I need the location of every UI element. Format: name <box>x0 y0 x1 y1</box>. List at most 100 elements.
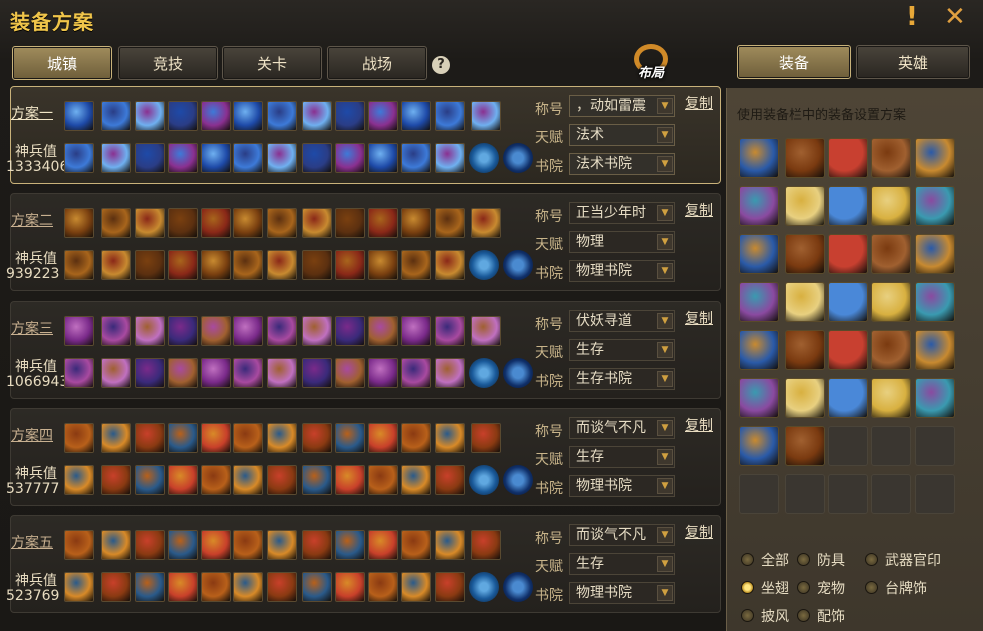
equip-slot[interactable] <box>335 358 365 388</box>
equip-slot[interactable] <box>101 250 131 280</box>
equip-slot[interactable] <box>64 143 94 173</box>
inventory-item[interactable] <box>785 378 825 418</box>
equip-slot[interactable] <box>201 423 231 453</box>
equip-slot[interactable] <box>267 530 297 560</box>
help-icon[interactable]: ? <box>432 56 450 74</box>
equip-slot[interactable] <box>101 423 131 453</box>
equip-slot[interactable] <box>471 208 501 238</box>
equip-slot[interactable] <box>335 143 365 173</box>
academy-select[interactable]: 物理书院 ▼ <box>569 582 675 604</box>
filter-radio[interactable] <box>741 581 754 594</box>
inventory-item[interactable] <box>739 186 779 226</box>
equip-slot[interactable] <box>335 423 365 453</box>
filter-radio[interactable] <box>797 609 810 622</box>
copy-button[interactable]: 复制 <box>685 200 713 220</box>
scheme-card[interactable]: 方案四 神兵值 537777 称号 天赋 书院 而谈气不凡 ▼ 生存 ▼ 物理书院 ▼ 复制 <box>6 408 721 506</box>
equip-slot[interactable] <box>64 316 94 346</box>
copy-button[interactable]: 复制 <box>685 522 713 542</box>
inventory-item[interactable] <box>871 330 911 370</box>
talent-select[interactable]: 生存 ▼ <box>569 339 675 361</box>
equip-slot[interactable] <box>64 250 94 280</box>
filter-label[interactable]: 全部 <box>761 550 789 570</box>
inventory-item[interactable] <box>915 330 955 370</box>
equip-slot[interactable] <box>435 358 465 388</box>
alert-icon[interactable]: ! <box>906 2 918 32</box>
equip-slot[interactable] <box>168 572 198 602</box>
equip-slot[interactable] <box>135 208 165 238</box>
inventory-item[interactable] <box>828 234 868 274</box>
layout-button[interactable]: 布局 <box>628 44 674 84</box>
equip-slot[interactable] <box>101 101 131 131</box>
equip-slot[interactable] <box>335 465 365 495</box>
inventory-item[interactable] <box>739 378 779 418</box>
academy-select[interactable]: 生存书院 ▼ <box>569 368 675 390</box>
filter-radio[interactable] <box>741 553 754 566</box>
equip-slot[interactable] <box>233 465 263 495</box>
inventory-item[interactable] <box>828 378 868 418</box>
equip-slot[interactable] <box>401 250 431 280</box>
title-select[interactable]: 而谈气不凡 ▼ <box>569 417 675 439</box>
title-select[interactable]: 而谈气不凡 ▼ <box>569 524 675 546</box>
inventory-item[interactable] <box>785 330 825 370</box>
scheme-name[interactable]: 方案三 <box>11 318 53 338</box>
equip-slot[interactable] <box>64 572 94 602</box>
equip-slot[interactable] <box>201 358 231 388</box>
equip-slot[interactable] <box>101 316 131 346</box>
equip-slot[interactable] <box>435 465 465 495</box>
tab-town[interactable]: 城镇 <box>12 46 112 80</box>
equip-slot[interactable] <box>135 101 165 131</box>
title-select[interactable]: ，动如雷震 ▼ <box>569 95 675 117</box>
equip-slot[interactable] <box>302 208 332 238</box>
inventory-item[interactable] <box>915 234 955 274</box>
artifact-slot[interactable] <box>503 358 533 388</box>
equip-slot[interactable] <box>401 316 431 346</box>
equip-slot[interactable] <box>368 250 398 280</box>
equip-slot[interactable] <box>267 250 297 280</box>
equip-slot[interactable] <box>471 423 501 453</box>
equip-slot[interactable] <box>335 530 365 560</box>
equip-slot[interactable] <box>233 250 263 280</box>
inventory-item[interactable] <box>739 138 779 178</box>
equip-slot[interactable] <box>135 423 165 453</box>
equip-slot[interactable] <box>233 143 263 173</box>
inventory-item[interactable] <box>871 186 911 226</box>
equip-slot[interactable] <box>302 250 332 280</box>
equip-slot[interactable] <box>101 143 131 173</box>
academy-select[interactable]: 法术书院 ▼ <box>569 153 675 175</box>
filter-radio[interactable] <box>741 609 754 622</box>
inventory-item[interactable] <box>828 186 868 226</box>
equip-slot[interactable] <box>233 572 263 602</box>
inventory-item[interactable] <box>785 138 825 178</box>
equip-slot[interactable] <box>335 316 365 346</box>
equip-slot[interactable] <box>435 316 465 346</box>
equip-slot[interactable] <box>471 316 501 346</box>
filter-label[interactable]: 防具 <box>817 550 845 570</box>
equip-slot[interactable] <box>435 250 465 280</box>
equip-slot[interactable] <box>368 358 398 388</box>
filter-label[interactable]: 披风 <box>761 606 789 626</box>
artifact-slot[interactable] <box>469 250 499 280</box>
title-select[interactable]: 正当少年时 ▼ <box>569 202 675 224</box>
equip-slot[interactable] <box>302 101 332 131</box>
scheme-card[interactable]: 方案三 神兵值 1066943 称号 天赋 书院 伏妖寻道 ▼ 生存 ▼ 生存书院 ▼ 复制 <box>6 301 721 399</box>
tab-battlefield[interactable]: 战场 <box>327 46 427 80</box>
equip-slot[interactable] <box>135 143 165 173</box>
equip-slot[interactable] <box>168 208 198 238</box>
equip-slot[interactable] <box>368 101 398 131</box>
equip-slot[interactable] <box>64 208 94 238</box>
equip-slot[interactable] <box>233 530 263 560</box>
inventory-item[interactable] <box>871 234 911 274</box>
inventory-item[interactable] <box>739 234 779 274</box>
equip-slot[interactable] <box>233 316 263 346</box>
artifact-slot[interactable] <box>503 465 533 495</box>
equip-slot[interactable] <box>64 358 94 388</box>
equip-slot[interactable] <box>335 101 365 131</box>
equip-slot[interactable] <box>335 250 365 280</box>
scheme-name[interactable]: 方案一 <box>11 103 53 123</box>
equip-slot[interactable] <box>201 250 231 280</box>
tab-stage[interactable]: 关卡 <box>222 46 322 80</box>
artifact-slot[interactable] <box>469 143 499 173</box>
copy-button[interactable]: 复制 <box>685 308 713 328</box>
equip-slot[interactable] <box>168 358 198 388</box>
equip-slot[interactable] <box>64 423 94 453</box>
